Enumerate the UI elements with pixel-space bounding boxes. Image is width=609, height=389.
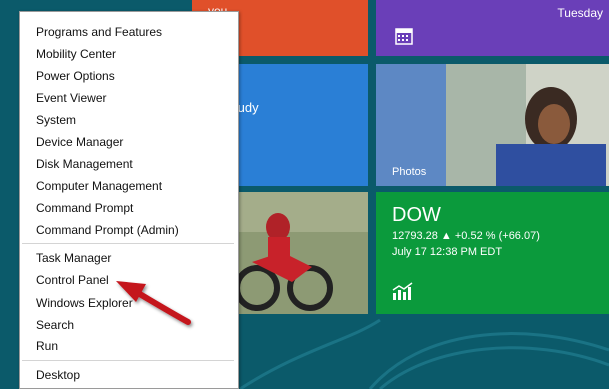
menu-item-system[interactable]: System <box>36 113 76 127</box>
menu-separator <box>22 360 234 361</box>
finance-time: July 17 12:38 PM EDT <box>392 246 503 258</box>
menu-separator <box>22 243 234 244</box>
menu-item-control-panel[interactable]: Control Panel <box>36 273 109 287</box>
calendar-tile[interactable]: Tuesday <box>376 0 609 56</box>
menu-item-windows-explorer[interactable]: Windows Explorer <box>36 296 133 310</box>
finance-chart-icon <box>392 282 413 300</box>
photos-tile[interactable]: Photos <box>376 64 609 186</box>
menu-item-computer-management[interactable]: Computer Management <box>36 179 162 193</box>
menu-item-event-viewer[interactable]: Event Viewer <box>36 91 106 105</box>
calendar-day: Tuesday <box>557 6 603 20</box>
menu-item-command-prompt[interactable]: Command Prompt <box>36 201 133 215</box>
finance-title: DOW <box>392 204 441 226</box>
menu-item-device-manager[interactable]: Device Manager <box>36 135 123 149</box>
menu-item-run[interactable]: Run <box>36 339 58 353</box>
finance-tile[interactable]: DOW 12793.28 ▲ +0.52 % (+66.07) July 17 … <box>376 192 609 314</box>
menu-item-power-options[interactable]: Power Options <box>36 69 115 83</box>
menu-item-task-manager[interactable]: Task Manager <box>36 251 111 265</box>
power-user-menu: Programs and Features Mobility Center Po… <box>19 11 239 389</box>
calendar-icon <box>395 28 413 45</box>
menu-item-disk-management[interactable]: Disk Management <box>36 157 133 171</box>
finance-quote: 12793.28 ▲ +0.52 % (+66.07) <box>392 230 540 242</box>
menu-item-search[interactable]: Search <box>36 318 74 332</box>
menu-item-programs-and-features[interactable]: Programs and Features <box>36 25 162 39</box>
menu-item-command-prompt-admin[interactable]: Command Prompt (Admin) <box>36 223 179 237</box>
menu-item-desktop[interactable]: Desktop <box>36 368 80 382</box>
photos-label: Photos <box>392 166 427 178</box>
menu-item-mobility-center[interactable]: Mobility Center <box>36 47 116 61</box>
